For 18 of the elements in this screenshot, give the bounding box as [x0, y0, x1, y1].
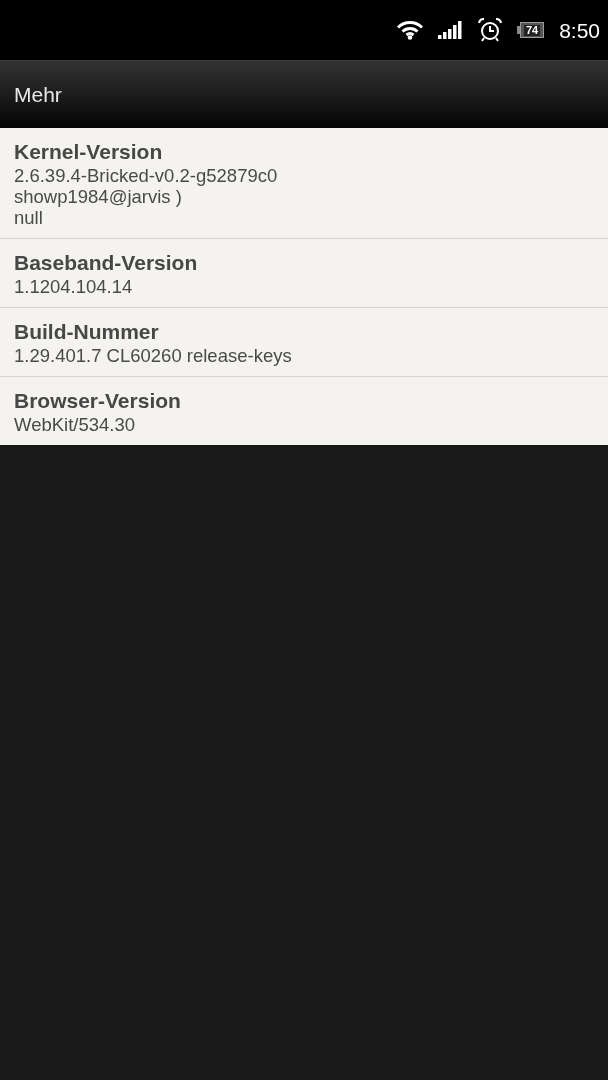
signal-icon: [437, 21, 463, 39]
item-value: 2.6.39.4-Bricked-v0.2-g52879c0 showp1984@jarvis ) null: [14, 165, 279, 228]
alarm-clock-icon: [477, 18, 502, 42]
info-list-item[interactable]: Baseband-Version 1.1204.104.14: [0, 238, 608, 307]
item-value: 1.1204.104.14: [14, 276, 134, 297]
item-title: Build-Nummer: [14, 319, 160, 345]
screen-title: Mehr: [14, 81, 62, 108]
wifi-icon: [396, 20, 423, 40]
info-list-item[interactable]: Build-Nummer 1.29.401.7 CL60260 release-keys: [0, 307, 608, 376]
battery-level: 74: [523, 24, 541, 36]
item-title: Baseband-Version: [14, 250, 199, 276]
info-list-item[interactable]: Kernel-Version 2.6.39.4-Bricked-v0.2-g52879c0 showp1984@jarvis ) null: [0, 128, 608, 238]
item-title: Kernel-Version: [14, 139, 164, 165]
item-value: 1.29.401.7 CL60260 release-keys: [14, 345, 293, 366]
clock-time: 8:50: [559, 19, 600, 41]
info-list-item[interactable]: Browser-Version WebKit/534.30: [0, 376, 608, 445]
item-title: Browser-Version: [14, 388, 182, 414]
item-value: WebKit/534.30: [14, 414, 137, 435]
